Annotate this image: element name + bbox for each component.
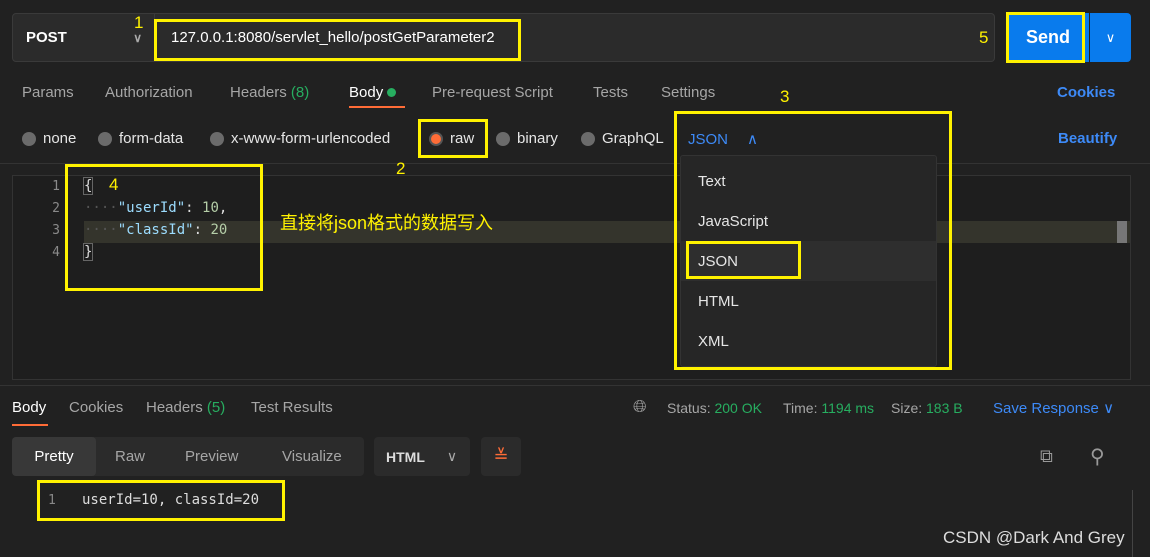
response-format-select[interactable]: HTML ∨ xyxy=(374,437,470,476)
annotation-box-send xyxy=(1006,12,1085,63)
view-pretty[interactable]: Pretty xyxy=(12,437,96,476)
annotation-note: 直接将json格式的数据写入 xyxy=(280,213,494,233)
search-icon[interactable]: ⚲ xyxy=(1090,444,1105,469)
annotation-box-url xyxy=(154,19,521,61)
size-label: Size: xyxy=(891,400,923,416)
line-number: 3 xyxy=(52,223,60,238)
status-label: Status: xyxy=(667,400,711,416)
annotation-number: 2 xyxy=(396,159,406,178)
view-visualize[interactable]: Visualize xyxy=(282,437,342,476)
watermark: CSDN @Dark And Grey xyxy=(943,528,1125,547)
scrollbar[interactable] xyxy=(1117,221,1127,243)
radio-urlencoded[interactable]: x-www-form-urlencoded xyxy=(210,130,390,147)
annotation-number: 5 xyxy=(979,28,989,47)
radio-icon xyxy=(22,131,36,146)
radio-graphql[interactable]: GraphQL xyxy=(581,130,664,147)
response-tab-headers[interactable]: Headers (5) xyxy=(146,399,225,416)
view-mode-segment: Pretty Raw Preview Visualize xyxy=(12,437,364,476)
tab-settings[interactable]: Settings xyxy=(661,84,715,101)
radio-label: binary xyxy=(517,130,558,147)
annotation-box-raw xyxy=(418,119,488,158)
active-tab-indicator xyxy=(12,424,48,426)
time-readout: Time: 1194 ms xyxy=(783,400,874,416)
send-options-button[interactable]: ∨ xyxy=(1090,13,1131,62)
size-readout: Size: 183 B xyxy=(891,400,963,416)
tab-headers[interactable]: Headers (8) xyxy=(230,84,309,101)
time-label: Time: xyxy=(783,400,818,416)
tab-label: Headers xyxy=(146,399,203,416)
radio-label: x-www-form-urlencoded xyxy=(231,130,391,147)
size-value: 183 B xyxy=(926,400,963,416)
headers-count: (8) xyxy=(290,84,310,101)
wrap-lines-icon[interactable]: ≚ xyxy=(481,437,521,476)
radio-binary[interactable]: binary xyxy=(496,130,558,147)
copy-icon[interactable]: ⧉ xyxy=(1040,446,1053,467)
tab-label: Body xyxy=(349,84,384,101)
radio-label: GraphQL xyxy=(602,130,664,147)
tab-body[interactable]: Body xyxy=(349,84,397,101)
radio-none[interactable]: none xyxy=(22,130,76,147)
cookies-link[interactable]: Cookies xyxy=(1057,84,1115,101)
globe-icon[interactable]: 🌐︎ xyxy=(633,397,647,417)
divider xyxy=(0,385,1150,386)
response-tab-body[interactable]: Body xyxy=(12,399,46,416)
radio-label: none xyxy=(43,130,77,147)
radio-icon xyxy=(98,131,112,146)
radio-icon xyxy=(496,131,510,146)
response-tab-tests[interactable]: Test Results xyxy=(251,399,333,416)
tab-tests[interactable]: Tests xyxy=(593,84,628,101)
status-readout: Status: 200 OK xyxy=(667,400,762,416)
status-value: 200 OK xyxy=(714,400,762,416)
radio-icon xyxy=(581,131,595,146)
view-preview[interactable]: Preview xyxy=(185,437,238,476)
response-tab-cookies[interactable]: Cookies xyxy=(69,399,123,416)
line-number: 2 xyxy=(52,201,60,216)
modified-dot-icon xyxy=(387,88,397,97)
chevron-down-icon: ∨ xyxy=(1105,29,1116,45)
format-label: HTML xyxy=(386,448,425,465)
tab-authorization[interactable]: Authorization xyxy=(105,84,193,101)
annotation-box-json xyxy=(686,241,801,279)
annotation-number: 3 xyxy=(780,87,790,106)
radio-label: form-data xyxy=(119,130,184,147)
beautify-link[interactable]: Beautify xyxy=(1058,130,1117,147)
headers-count: (5) xyxy=(206,399,226,416)
line-number: 4 xyxy=(52,245,60,260)
tab-prerequest[interactable]: Pre-request Script xyxy=(432,84,553,101)
save-response-button[interactable]: Save Response ∨ xyxy=(993,399,1114,417)
method-label: POST xyxy=(26,29,67,46)
active-tab-indicator xyxy=(349,106,405,108)
annotation-number: 1 xyxy=(134,13,144,32)
tab-label: Headers xyxy=(230,84,287,101)
radio-form-data[interactable]: form-data xyxy=(98,130,183,147)
annotation-number: 4 xyxy=(109,175,119,194)
radio-icon xyxy=(210,131,224,146)
save-label: Save Response xyxy=(993,400,1099,417)
scrollbar-track xyxy=(1132,490,1133,557)
line-number: 1 xyxy=(52,179,60,194)
chevron-down-icon: ∨ xyxy=(446,448,458,464)
view-raw[interactable]: Raw xyxy=(115,437,145,476)
annotation-box-response xyxy=(37,480,285,521)
tab-params[interactable]: Params xyxy=(22,84,74,101)
time-value: 1194 ms xyxy=(821,400,875,416)
annotation-box-body xyxy=(65,164,263,291)
